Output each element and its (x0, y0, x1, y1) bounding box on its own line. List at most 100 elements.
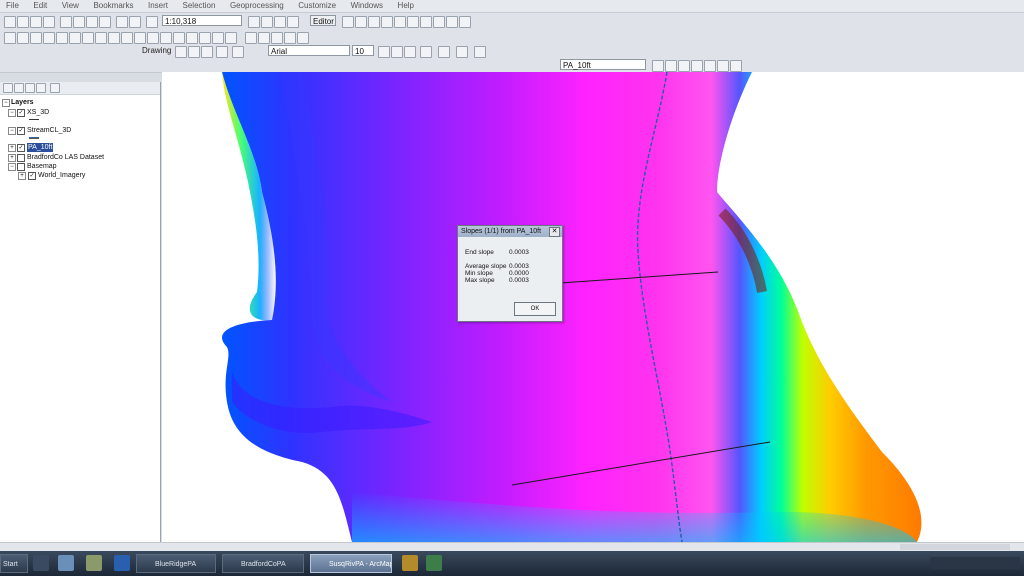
italic-icon[interactable] (391, 46, 403, 58)
select-features-icon[interactable] (108, 32, 120, 44)
task-bluerridge[interactable]: BlueRidgePA (136, 554, 216, 573)
select-arrow-icon[interactable] (175, 46, 187, 58)
marker-color-icon[interactable] (474, 46, 486, 58)
font-size-select[interactable]: 10 (352, 45, 374, 56)
drawing-menu[interactable]: Drawing (142, 45, 171, 57)
layer-checkbox[interactable]: ✓ (17, 109, 25, 117)
task-arcmap[interactable]: SusqRivPA - ArcMap (310, 554, 392, 573)
word-icon[interactable] (114, 555, 130, 571)
layer-checkbox[interactable]: ✓ (17, 144, 25, 152)
expand-icon[interactable]: + (18, 172, 26, 180)
copy-icon[interactable] (73, 16, 85, 28)
raster-map[interactable] (162, 72, 1024, 542)
catalog-icon[interactable] (274, 16, 286, 28)
forward-extent-icon[interactable] (95, 32, 107, 44)
font-color-icon[interactable] (420, 46, 432, 58)
layer-select[interactable]: PA_10ft (560, 59, 646, 70)
zoom-out-icon[interactable] (17, 32, 29, 44)
paste-icon[interactable] (86, 16, 98, 28)
list-by-visibility-icon[interactable] (25, 83, 35, 93)
menu-file[interactable]: File (0, 0, 25, 12)
expand-icon[interactable]: + (8, 154, 16, 162)
html-popup-icon[interactable] (199, 32, 211, 44)
text-tool-icon[interactable] (232, 46, 244, 58)
sketch-properties-icon[interactable] (446, 16, 458, 28)
collapse-icon[interactable]: − (2, 99, 10, 107)
rotate-icon[interactable] (420, 16, 432, 28)
zoom-in-icon[interactable] (4, 32, 16, 44)
time-slider-icon[interactable] (212, 32, 224, 44)
fill-color-icon[interactable] (438, 46, 450, 58)
3d-analyst-icon[interactable] (245, 32, 257, 44)
rotate-element-icon[interactable] (188, 46, 200, 58)
layer-checkbox[interactable] (17, 163, 25, 171)
layer-checkbox[interactable]: ✓ (17, 127, 25, 135)
contour-icon[interactable] (665, 60, 677, 72)
edit-vertices-icon[interactable] (368, 16, 380, 28)
steepest-path-icon[interactable] (284, 32, 296, 44)
list-by-source-icon[interactable] (14, 83, 24, 93)
font-name-select[interactable]: Arial (268, 45, 350, 56)
clear-selection-icon[interactable] (121, 32, 133, 44)
edit-tool-icon[interactable] (342, 16, 354, 28)
back-extent-icon[interactable] (82, 32, 94, 44)
cut-icon[interactable] (60, 16, 72, 28)
settings-icon[interactable] (730, 60, 742, 72)
cut-polygon-icon[interactable] (394, 16, 406, 28)
layer-checkbox[interactable]: ✓ (28, 172, 36, 180)
layer-checkbox[interactable] (17, 154, 25, 162)
editor-button[interactable]: Editor (310, 15, 336, 26)
expand-icon[interactable]: + (8, 144, 16, 152)
menu-bookmarks[interactable]: Bookmarks (87, 0, 139, 12)
measure-icon[interactable] (173, 32, 185, 44)
interpolate-point-icon[interactable] (678, 60, 690, 72)
menu-help[interactable]: Help (392, 0, 420, 12)
menu-customize[interactable]: Customize (292, 0, 342, 12)
menu-insert[interactable]: Insert (142, 0, 174, 12)
search-icon[interactable] (287, 16, 299, 28)
underline-icon[interactable] (404, 46, 416, 58)
new-icon[interactable] (4, 16, 16, 28)
attributes-icon[interactable] (433, 16, 445, 28)
collapse-icon[interactable]: − (8, 127, 16, 135)
start-button[interactable]: Start (0, 554, 28, 573)
fixed-zoom-out-icon[interactable] (69, 32, 81, 44)
menu-geoprocessing[interactable]: Geoprocessing (224, 0, 290, 12)
editor-toolbar-icon[interactable] (248, 16, 260, 28)
analysis-tool-icon[interactable] (652, 60, 664, 72)
task-bradford[interactable]: BradfordCoPA (222, 554, 304, 573)
collapse-icon[interactable]: − (8, 109, 16, 117)
toc-options-icon[interactable] (50, 83, 60, 93)
arccatalog-icon[interactable] (426, 555, 442, 571)
profile-graph-icon[interactable] (271, 32, 283, 44)
explorer-icon[interactable] (58, 555, 74, 571)
list-by-selection-icon[interactable] (36, 83, 46, 93)
interpolate-line-icon[interactable] (258, 32, 270, 44)
sketch-icon[interactable] (355, 16, 367, 28)
menu-view[interactable]: View (56, 0, 85, 12)
slope-tool-icon[interactable] (717, 60, 729, 72)
add-data-icon[interactable] (146, 16, 158, 28)
folder-icon[interactable] (402, 555, 418, 571)
menu-edit[interactable]: Edit (27, 0, 53, 12)
redo-icon[interactable] (129, 16, 141, 28)
zoom-whole-page-icon[interactable] (201, 46, 213, 58)
scale-field[interactable]: 1:10,318 (162, 15, 242, 26)
menu-selection[interactable]: Selection (177, 0, 222, 12)
list-by-drawing-order-icon[interactable] (3, 83, 13, 93)
reshape-icon[interactable] (381, 16, 393, 28)
dialog-titlebar[interactable]: Slopes (1/1) from PA_10ft ✕ (458, 226, 562, 237)
show-desktop-icon[interactable] (33, 555, 49, 571)
line-of-sight-icon[interactable] (297, 32, 309, 44)
split-icon[interactable] (407, 16, 419, 28)
profile-icon[interactable] (691, 60, 703, 72)
graph-icon[interactable] (704, 60, 716, 72)
identify-icon[interactable] (147, 32, 159, 44)
fixed-zoom-in-icon[interactable] (56, 32, 68, 44)
undo-icon[interactable] (116, 16, 128, 28)
ok-button[interactable]: OK (514, 302, 556, 316)
find-icon[interactable] (160, 32, 172, 44)
full-extent-icon[interactable] (43, 32, 55, 44)
hyperlink-icon[interactable] (186, 32, 198, 44)
line-color-icon[interactable] (456, 46, 468, 58)
